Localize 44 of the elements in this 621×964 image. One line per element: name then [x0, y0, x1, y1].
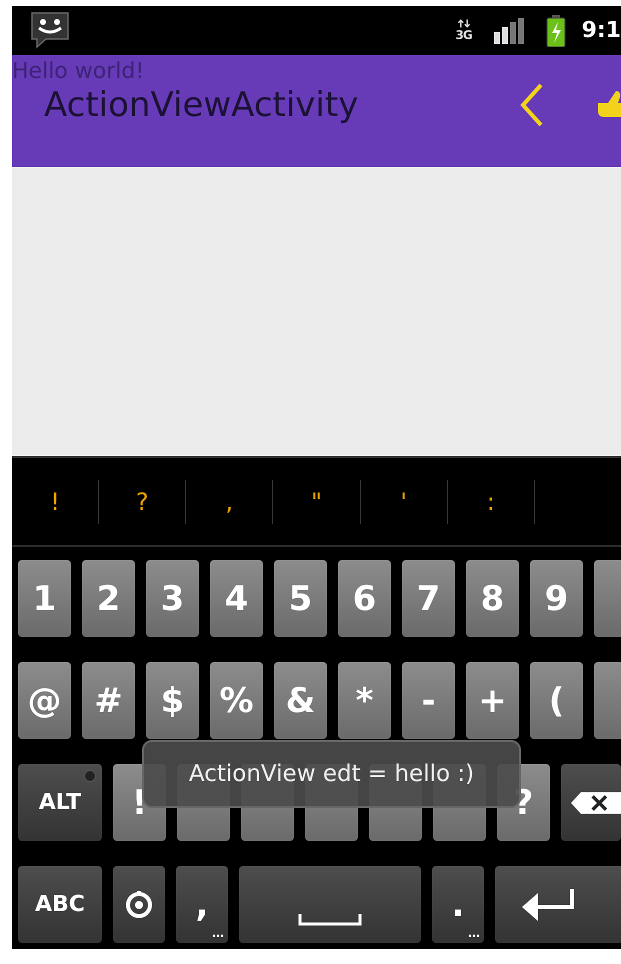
- clock-time: 9:1: [582, 18, 621, 43]
- keyboard-key[interactable]: 6: [338, 560, 391, 637]
- suggestion[interactable]: ,: [186, 480, 274, 524]
- keyboard-key[interactable]: [561, 764, 621, 841]
- hello-text: Hello world!: [12, 59, 144, 85]
- keyboard-key[interactable]: ABC: [18, 866, 102, 943]
- keyboard-key[interactable]: ALT: [18, 764, 102, 841]
- message-toast: ActionView edt = hello :): [142, 740, 521, 808]
- space-bar-icon: [298, 914, 362, 926]
- keyboard-key[interactable]: $: [146, 662, 199, 739]
- keyboard-key[interactable]: , …: [176, 866, 228, 943]
- keyboard-key[interactable]: 1: [18, 560, 71, 637]
- keyboard-key[interactable]: . …: [432, 866, 484, 943]
- keyboard-key[interactable]: 3: [146, 560, 199, 637]
- backspace-icon: [571, 790, 621, 816]
- suggestion[interactable]: !: [12, 480, 100, 524]
- signal-icon: [494, 18, 526, 44]
- keyboard-key[interactable]: [495, 866, 621, 943]
- keyboard-key[interactable]: @: [18, 662, 71, 739]
- suggestion[interactable]: :: [448, 480, 535, 524]
- keyboard-key[interactable]: (: [530, 662, 583, 739]
- suggestion[interactable]: ": [273, 480, 361, 524]
- keyboard-key[interactable]: &: [274, 662, 327, 739]
- chevron-left-icon[interactable]: [520, 83, 544, 127]
- keyboard-key[interactable]: %: [210, 662, 263, 739]
- keyboard-key[interactable]: 9: [530, 560, 583, 637]
- keyboard-key[interactable]: 8: [466, 560, 519, 637]
- keyboard-key[interactable]: *: [338, 662, 391, 739]
- keyboard-key[interactable]: [113, 866, 165, 943]
- keyboard-key[interactable]: 4: [210, 560, 263, 637]
- enter-arrow-icon: [520, 886, 576, 922]
- suggestion[interactable]: ': [360, 480, 448, 524]
- keyboard-key[interactable]: #: [82, 662, 135, 739]
- activity-title: ActionViewActivity: [43, 85, 360, 125]
- keyboard-key[interactable]: 2: [82, 560, 135, 637]
- suggestion[interactable]: ?: [99, 480, 186, 524]
- keyboard-key[interactable]: +: [466, 662, 519, 739]
- network-type: 3G: [455, 28, 472, 42]
- settings-icon: [124, 890, 154, 920]
- data-arrows-icon: [456, 19, 472, 28]
- keyboard-key[interactable]: 7: [402, 560, 455, 637]
- keyboard-key[interactable]: 5: [274, 560, 327, 637]
- battery-charging-icon: [546, 14, 566, 46]
- keyboard-key[interactable]: -: [402, 662, 455, 739]
